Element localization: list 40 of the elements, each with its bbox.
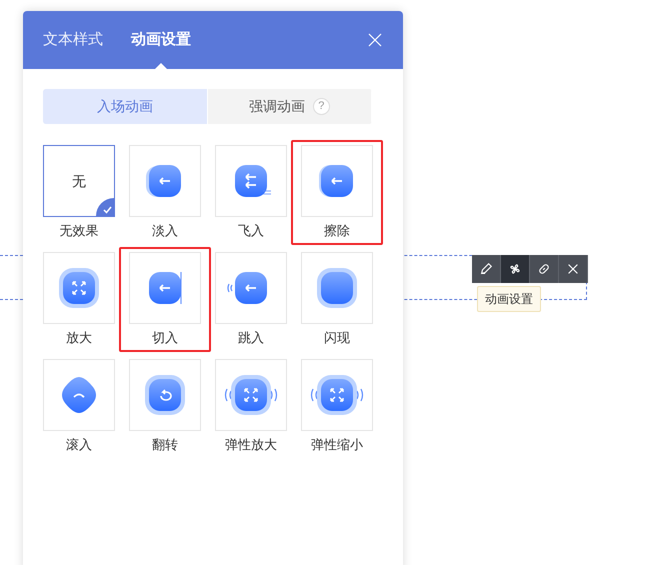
help-icon[interactable]: ? (312, 98, 330, 115)
toolbar-button[interactable] (501, 255, 530, 283)
link-icon (537, 262, 551, 276)
effect-label: 飞入 (238, 222, 264, 240)
effect-label: 翻转 (152, 436, 178, 454)
effect-label: 滚入 (66, 436, 92, 454)
effect-tile[interactable] (301, 359, 373, 431)
close-button[interactable] (367, 32, 383, 48)
effect-tile[interactable] (215, 252, 287, 324)
pencil-icon (479, 262, 493, 276)
effect-tile[interactable] (215, 145, 287, 217)
effect-tile[interactable] (129, 359, 201, 431)
check-corner-icon (96, 198, 114, 216)
effect-tile[interactable] (215, 359, 287, 431)
effect-label: 擦除 (324, 222, 350, 240)
pinwheel-icon (508, 262, 522, 276)
effect-label: 放大 (66, 329, 92, 347)
close-icon (368, 33, 382, 47)
effect-tile[interactable] (43, 252, 115, 324)
close-icon (566, 262, 580, 276)
effect-label: 切入 (152, 329, 178, 347)
effect-tile[interactable] (301, 252, 373, 324)
toolbar-button[interactable] (559, 255, 588, 283)
effect-tile[interactable] (43, 359, 115, 431)
effect-label: 淡入 (152, 222, 178, 240)
effect-label: 无效果 (60, 222, 98, 240)
panel-tab[interactable]: 文本样式 (43, 11, 103, 69)
effect-label: 弹性放大 (225, 436, 277, 454)
effect-label: 跳入 (238, 329, 264, 347)
toolbar-button[interactable] (530, 255, 559, 283)
effect-label: 弹性缩小 (311, 436, 363, 454)
panel-tab[interactable]: 动画设置 (131, 11, 191, 69)
toolbar-button[interactable] (472, 255, 501, 283)
effect-tile[interactable]: 无 (43, 145, 115, 217)
effect-tile[interactable] (129, 145, 201, 217)
effect-tile[interactable] (301, 145, 373, 217)
tooltip: 动画设置 (477, 286, 541, 312)
effect-tile[interactable] (129, 252, 201, 324)
segment-tab[interactable]: 入场动画 (43, 89, 208, 124)
effect-label: 闪现 (324, 329, 350, 347)
